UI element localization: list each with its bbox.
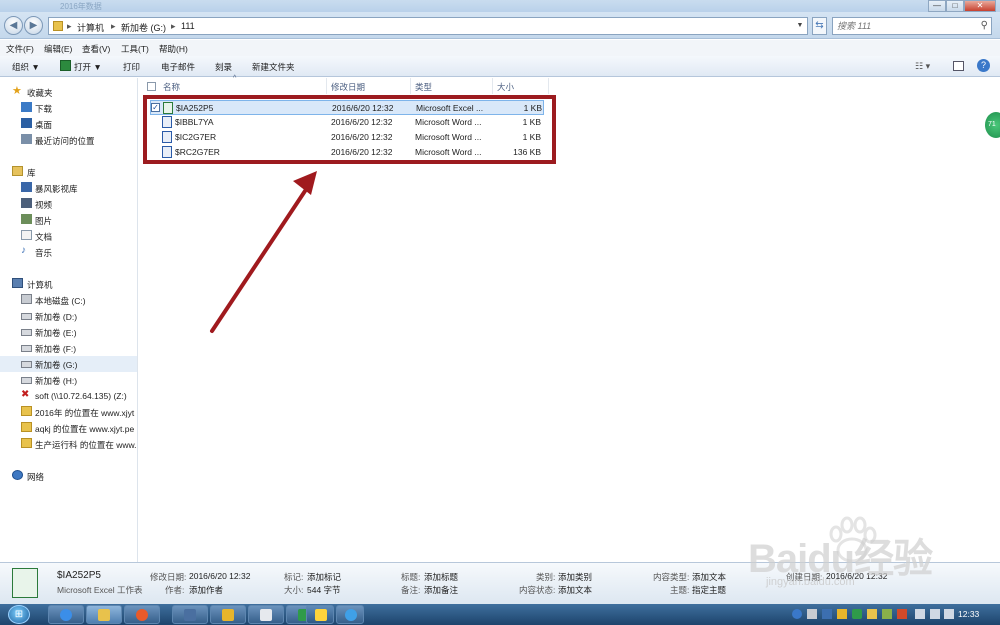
details-label: 标题: [401,572,421,582]
taskbar-explorer-button[interactable] [86,605,122,624]
details-label: 作者: [165,585,185,595]
details-label: 标记: [284,572,304,582]
taskbar-app-button[interactable] [172,605,208,624]
details-label: 内容类型: [653,572,690,582]
details-category[interactable]: 添加类别 [558,571,592,583]
flag-icon[interactable] [915,609,925,619]
tray-icon[interactable] [807,609,817,619]
network-tray-icon[interactable] [930,609,940,619]
details-file-name: $IA252P5 [57,570,101,581]
taskbar-ie-button[interactable] [48,605,84,624]
taskbar-app-button[interactable] [248,605,284,624]
details-content-status[interactable]: 添加文本 [558,584,592,596]
taskbar: ⊞ 12:33 [0,604,1000,625]
details-file-kind: Microsoft Excel 工作表 [57,585,143,595]
details-label: 修改日期: [150,572,187,582]
shield-icon[interactable] [852,609,862,619]
tray-icon[interactable] [882,609,892,619]
details-subject[interactable]: 指定主题 [692,584,726,596]
details-size: 544 字节 [307,585,341,595]
details-label: 内容状态: [519,585,556,595]
details-modified: 2016/6/20 12:32 [189,571,251,581]
details-tags[interactable]: 添加标记 [307,571,341,583]
details-comments[interactable]: 添加备注 [424,584,458,596]
details-label: 主题: [670,585,690,595]
clock[interactable]: 12:33 [958,609,979,619]
watermark-url: jingyan.baidu.com [766,576,855,588]
details-label: 大小: [284,585,304,595]
details-label: 类别: [536,572,556,582]
tray-icon[interactable] [837,609,847,619]
excel-file-large-icon [12,568,38,598]
tray-icon[interactable] [867,609,877,619]
details-label: 备注: [401,585,421,595]
tray-icon[interactable] [897,609,907,619]
taskbar-app-button[interactable] [210,605,246,624]
start-button[interactable]: ⊞ [8,605,30,624]
taskbar-undo-button[interactable] [306,605,334,624]
floating-badge[interactable]: 71 [985,112,1000,138]
volume-icon[interactable] [944,609,954,619]
taskbar-media-button[interactable] [124,605,160,624]
help-tray-icon[interactable] [792,609,802,619]
details-title[interactable]: 添加标题 [424,571,458,583]
details-content-type[interactable]: 添加文本 [692,571,726,583]
taskbar-app-button[interactable] [336,605,364,624]
tray-icon[interactable] [822,609,832,619]
details-author[interactable]: 添加作者 [189,584,223,596]
